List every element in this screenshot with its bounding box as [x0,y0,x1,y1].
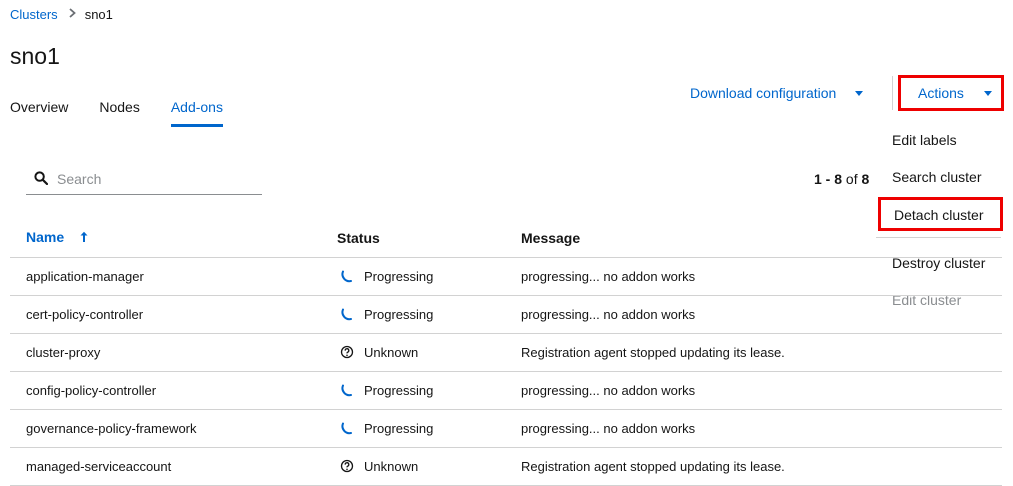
tab-overview[interactable]: Overview [10,99,68,127]
addon-status-label: Progressing [364,268,434,284]
tab-bar: Overview Nodes Add-ons [10,99,254,127]
breadcrumb: Clusters sno1 [10,7,113,22]
actions-label: Actions [918,85,964,101]
download-configuration-label: Download configuration [690,85,837,101]
addon-status-label: Progressing [364,420,434,436]
progress-icon [339,306,355,322]
chevron-right-icon [69,8,76,21]
progress-icon [339,420,355,436]
addon-status: Progressing [337,295,521,334]
addon-status-label: Progressing [364,306,434,322]
column-header-status: Status [337,219,521,258]
addon-name: cert-policy-controller [10,295,337,334]
addon-status: Unknown [337,447,521,486]
table-row: governance-policy-framework Progressing pr… [10,409,1002,448]
addon-name: governance-policy-framework [10,409,337,448]
breadcrumb-current: sno1 [84,7,113,22]
search-input[interactable] [57,171,247,187]
pagination-total: 8 [861,171,870,187]
addon-name: config-policy-controller [10,371,337,410]
pagination-of: of [845,171,858,187]
table-row: managed-serviceaccount Unknown Registratio… [10,447,1002,486]
table-body: application-manager Progressing progressin… [10,257,1002,486]
addon-status-label: Unknown [364,344,419,360]
toolbar-divider [892,76,893,110]
search-icon [26,170,49,188]
table-row: cert-policy-controller Progressing progres… [10,295,1002,334]
tab-add-ons[interactable]: Add-ons [170,99,223,127]
addon-status: Progressing [337,257,521,296]
addon-name: application-manager [10,257,337,296]
table-row: config-policy-controller Progressing progr… [10,371,1002,410]
addon-name: cluster-proxy [10,333,337,372]
table-row: application-manager Progressing progressin… [10,257,1002,296]
breadcrumb-clusters-link[interactable]: Clusters [10,7,58,22]
addon-message: Registration agent stopped updating its … [521,333,1002,372]
table-row: cluster-proxy Unknown Registration agent s… [10,333,1002,372]
search-box [26,164,262,195]
addon-message: progressing... no addon works [521,409,1002,448]
progress-icon [339,268,355,284]
sort-ascending-icon [80,230,88,246]
addons-table: Name Status Message application-manager P… [10,219,1002,486]
column-header-name[interactable]: Name [10,219,337,258]
page-title: sno1 [10,43,60,69]
addon-name: managed-serviceaccount [10,447,337,486]
addon-message: Registration agent stopped updating its … [521,447,1002,486]
column-header-name-label: Name [26,229,65,246]
addon-status: Unknown [337,333,521,372]
pagination-range: 1 - 8 [814,171,843,187]
addon-message: progressing... no addon works [521,295,1002,334]
caret-down-icon [855,90,864,96]
addon-message: progressing... no addon works [521,371,1002,410]
pagination-summary: 1 - 8 of 8 [814,171,869,187]
download-configuration-button[interactable]: Download configuration [690,85,864,101]
tab-nodes[interactable]: Nodes [99,99,139,127]
addon-message: progressing... no addon works [521,257,1002,296]
addon-status: Progressing [337,371,521,410]
menu-item-search-cluster[interactable]: Search cluster [876,159,1013,196]
column-header-message: Message [521,219,1002,258]
table-header-row: Name Status Message [10,219,1002,258]
progress-icon [339,382,355,398]
addon-status: Progressing [337,409,521,448]
addon-status-label: Progressing [364,382,434,398]
addon-status-label: Unknown [364,458,419,474]
unknown-icon [339,458,355,474]
unknown-icon [339,344,355,360]
menu-item-edit-labels[interactable]: Edit labels [876,122,1013,159]
caret-down-icon [983,90,992,96]
actions-button[interactable]: Actions [898,75,1004,111]
